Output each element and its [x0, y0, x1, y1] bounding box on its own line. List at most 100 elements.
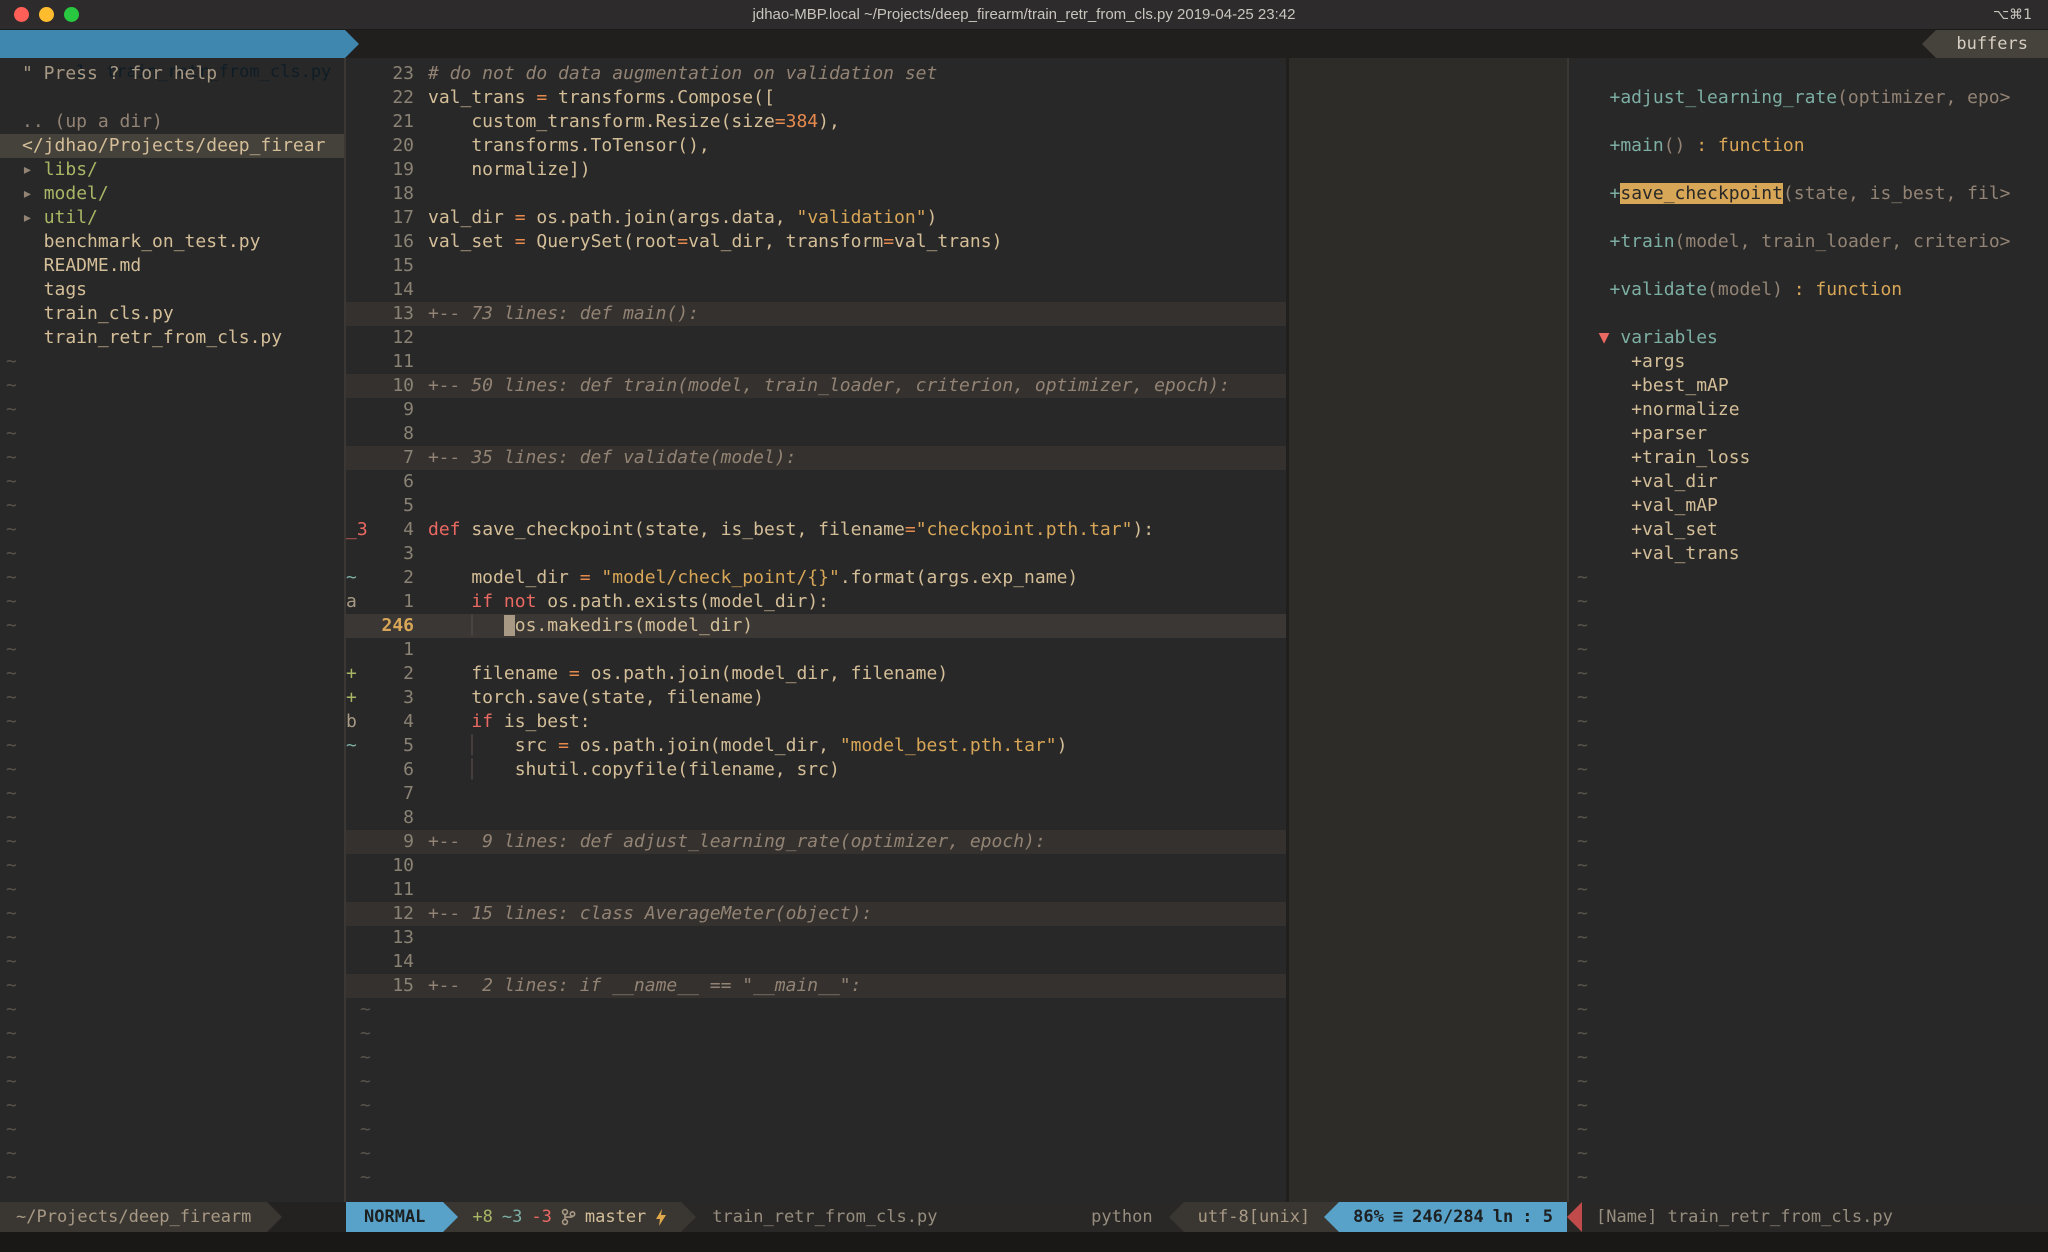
code-line[interactable]: 8 — [346, 806, 1567, 830]
text-segment-var: +val_trans — [1577, 543, 1740, 564]
folded-line[interactable]: 7+-- 35 lines: def validate(model): — [346, 446, 1567, 470]
line-number: 23 — [368, 62, 414, 86]
editor-panel[interactable]: 23 # do not do data augmentation on valid… — [346, 58, 1567, 1202]
tagbar-panel[interactable]: +adjust_learning_rate(optimizer, epo> +m… — [1567, 58, 2048, 1202]
code-line[interactable]: 18 — [346, 182, 1567, 206]
command-line[interactable] — [0, 1232, 2048, 1252]
code-line[interactable]: 17val_dir = os.path.join(args.data, "val… — [346, 206, 1567, 230]
tree-item[interactable]: train_retr_from_cls.py — [0, 326, 344, 350]
tag-item[interactable]: +train_loss — [1569, 446, 2048, 470]
empty-line-tilde: ~ — [0, 374, 344, 398]
tree-item[interactable]: " Press ? for help — [0, 62, 344, 86]
code-line[interactable]: 14 — [346, 950, 1567, 974]
sign-mod: ~ — [346, 566, 368, 590]
code-line[interactable]: 3 — [346, 542, 1567, 566]
tag-item[interactable]: ▼ variables — [1569, 326, 2048, 350]
tag-item[interactable]: +train(model, train_loader, criterio> — [1569, 230, 2048, 254]
code-line[interactable]: 1 — [346, 638, 1567, 662]
empty-line-tilde: ~ — [346, 998, 1567, 1022]
folded-line[interactable]: 9+-- 9 lines: def adjust_learning_rate(o… — [346, 830, 1567, 854]
tag-item[interactable]: +validate(model) : function — [1569, 278, 2048, 302]
code-line[interactable]: 7 — [346, 782, 1567, 806]
tag-item[interactable]: +best_mAP — [1569, 374, 2048, 398]
text-segment-ntfile: README.md — [22, 255, 141, 276]
code-line[interactable]: 6 ▏ shutil.copyfile(filename, src) — [346, 758, 1567, 782]
code-line[interactable]: 23 # do not do data augmentation on valid… — [346, 62, 1567, 86]
tag-item[interactable]: +args — [1569, 350, 2048, 374]
text-segment-s: "model/check_point/{}" — [601, 567, 839, 588]
tag-item[interactable]: +normalize — [1569, 398, 2048, 422]
tree-item[interactable]: tags — [0, 278, 344, 302]
tag-item[interactable]: +parser — [1569, 422, 2048, 446]
tree-item[interactable]: ▸ libs/ — [0, 158, 344, 182]
code-line[interactable]: b4 if is_best: — [346, 710, 1567, 734]
empty-line-tilde: ~ — [346, 1022, 1567, 1046]
tagbar-statusline: [Name] train_retr_from_cls.py — [1567, 1202, 2048, 1232]
text-segment-t: transforms.ToTensor(), — [428, 135, 710, 156]
powerline-separator — [681, 1202, 696, 1232]
git-info-segment: +8 ~3 -3 master — [458, 1202, 681, 1232]
hunks-modified: ~3 — [502, 1202, 522, 1232]
tree-item[interactable]: </jdhao/Projects/deep_firear — [0, 134, 344, 158]
tag-item[interactable]: +val_dir — [1569, 470, 2048, 494]
code-line[interactable]: 6 — [346, 470, 1567, 494]
code-line[interactable]: 20 transforms.ToTensor(), — [346, 134, 1567, 158]
text-segment-ntarrow: ▸ — [22, 207, 44, 228]
tag-item[interactable]: +main() : function — [1569, 134, 2048, 158]
titlebar: jdhao-MBP.local ~/Projects/deep_firearm/… — [0, 0, 2048, 30]
text-segment-var: +train_loss — [1577, 447, 1750, 468]
code-line[interactable]: 11 — [346, 878, 1567, 902]
tree-item[interactable]: .. (up a dir) — [0, 110, 344, 134]
code-line[interactable]: 13 — [346, 926, 1567, 950]
code-line[interactable]: ~5 ▏ src = os.path.join(model_dir, "mode… — [346, 734, 1567, 758]
tree-item[interactable]: benchmark_on_test.py — [0, 230, 344, 254]
folded-line[interactable]: 15+-- 2 lines: if __name__ == "__main__"… — [346, 974, 1567, 998]
code-line[interactable]: 9 — [346, 398, 1567, 422]
tree-item[interactable]: ▸ model/ — [0, 182, 344, 206]
folded-line[interactable]: 10+-- 50 lines: def train(model, train_l… — [346, 374, 1567, 398]
text-segment-c: # do not do data augmentation on validat… — [428, 63, 937, 84]
code-line[interactable]: 8 — [346, 422, 1567, 446]
code-line[interactable]: 19 normalize]) — [346, 158, 1567, 182]
tag-item[interactable]: +val_trans — [1569, 542, 2048, 566]
code-line[interactable]: 22val_trans = transforms.Compose([ — [346, 86, 1567, 110]
tab-train-retr-from-cls[interactable]: 1. train_retr_from_cls.py — [0, 30, 345, 58]
tree-item[interactable] — [0, 86, 344, 110]
folded-line[interactable]: 12+-- 15 lines: class AverageMeter(objec… — [346, 902, 1567, 926]
code-line[interactable]: ~2 model_dir = "model/check_point/{}".fo… — [346, 566, 1567, 590]
tag-item[interactable]: +adjust_learning_rate(optimizer, epo> — [1569, 86, 2048, 110]
code-line[interactable]: 246 ▏ os.makedirs(model_dir) — [346, 614, 1567, 638]
tag-item[interactable]: +save_checkpoint(state, is_best, fil> — [1569, 182, 2048, 206]
code-line[interactable]: 11 — [346, 350, 1567, 374]
nerdtree-panel[interactable]: " Press ? for help .. (up a dir)</jdhao/P… — [0, 58, 346, 1202]
tag-item[interactable]: +val_set — [1569, 518, 2048, 542]
text-segment-k: not — [504, 591, 537, 612]
text-segment-t: ): — [1132, 519, 1154, 540]
code-line[interactable]: +2 filename = os.path.join(model_dir, fi… — [346, 662, 1567, 686]
code-line[interactable]: a1 if not os.path.exists(model_dir): — [346, 590, 1567, 614]
tag-item[interactable]: +val_mAP — [1569, 494, 2048, 518]
code-line[interactable]: 12 — [346, 326, 1567, 350]
code-text: torch.save(state, filename) — [428, 686, 764, 710]
empty-line-tilde: ~ — [0, 590, 344, 614]
code-line[interactable]: _34def save_checkpoint(state, is_best, f… — [346, 518, 1567, 542]
code-line[interactable]: 16val_set = QuerySet(root=val_dir, trans… — [346, 230, 1567, 254]
text-segment-ntdir: util/ — [44, 207, 98, 228]
code-line[interactable]: 21 custom_transform.Resize(size=384), — [346, 110, 1567, 134]
line-number: 3 — [368, 542, 414, 566]
tree-item[interactable]: train_cls.py — [0, 302, 344, 326]
text-segment-ntdir: libs/ — [44, 159, 98, 180]
folded-line[interactable]: 13+-- 73 lines: def main(): — [346, 302, 1567, 326]
code-line[interactable]: 14 — [346, 278, 1567, 302]
code-line[interactable]: 10 — [346, 854, 1567, 878]
code-line[interactable]: 15 — [346, 254, 1567, 278]
sign-column — [346, 206, 368, 230]
sign-column — [346, 110, 368, 134]
code-line[interactable]: +3 torch.save(state, filename) — [346, 686, 1567, 710]
tree-item[interactable]: ▸ util/ — [0, 206, 344, 230]
empty-line-tilde: ~ — [0, 1118, 344, 1142]
tree-item[interactable]: README.md — [0, 254, 344, 278]
empty-line-tilde: ~ — [0, 1046, 344, 1070]
code-line[interactable]: 5 — [346, 494, 1567, 518]
text-segment-t: model_dir — [428, 567, 580, 588]
